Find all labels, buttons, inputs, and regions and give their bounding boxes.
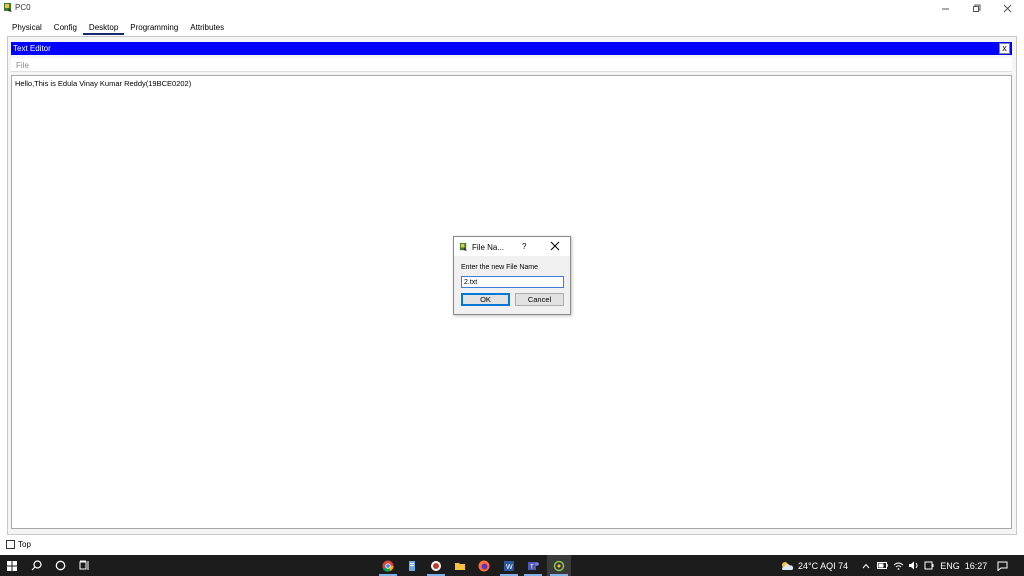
- cancel-button[interactable]: Cancel: [515, 293, 564, 306]
- cortana-button[interactable]: [50, 555, 70, 576]
- show-hidden-icons-button[interactable]: [859, 555, 873, 576]
- taskbar-teams[interactable]: T: [521, 555, 545, 576]
- task-view-button[interactable]: [74, 555, 94, 576]
- device-icon: [924, 561, 933, 570]
- tab-physical[interactable]: Physical: [6, 21, 48, 35]
- text-editor-close-button[interactable]: x: [999, 43, 1010, 54]
- tab-attributes[interactable]: Attributes: [184, 21, 230, 35]
- windows-start-icon: [7, 560, 17, 571]
- files-icon: [409, 560, 415, 571]
- minimize-icon: [941, 8, 949, 9]
- svg-text:T: T: [530, 564, 534, 570]
- file-name-input[interactable]: [461, 276, 564, 288]
- bottom-bar: Top: [0, 537, 1024, 555]
- windows-taskbar: W T 24°C AQI 74 ENG 16:27: [0, 555, 1024, 576]
- close-icon: x: [1002, 43, 1007, 53]
- folder-icon: [455, 562, 465, 570]
- word-icon: W: [504, 560, 514, 571]
- battery-icon: [876, 562, 888, 569]
- window-close-button[interactable]: [992, 0, 1022, 16]
- input-language[interactable]: ENG: [938, 555, 962, 576]
- search-icon: [31, 560, 42, 571]
- speaker-icon: [908, 561, 917, 570]
- packet-tracer-app-icon: [4, 3, 12, 12]
- taskbar-files[interactable]: [400, 555, 424, 576]
- file-name-dialog: File Na... ? Enter the new File Name OK …: [453, 236, 571, 315]
- taskbar-chrome[interactable]: [376, 555, 400, 576]
- text-editor-title: Text Editor: [13, 44, 51, 53]
- packet-tracer-app-icon: [459, 242, 468, 252]
- minimize-button[interactable]: [930, 0, 960, 16]
- device-tabs: Physical Config Desktop Programming Attr…: [6, 21, 230, 35]
- close-icon[interactable]: [550, 241, 560, 251]
- taskbar-recorder[interactable]: [424, 555, 448, 576]
- weather-text[interactable]: 24°C AQI 74: [798, 555, 858, 576]
- clock-time: 16:27: [964, 560, 988, 571]
- window-title: PC0: [15, 3, 31, 12]
- weather-cloud-icon: [782, 561, 794, 570]
- task-view-icon: [79, 560, 88, 570]
- dialog-prompt: Enter the new File Name: [461, 264, 539, 271]
- top-checkbox-label: Top: [18, 540, 31, 549]
- search-button[interactable]: [26, 555, 46, 576]
- packet-tracer-icon: [553, 560, 565, 571]
- wifi-icon: [893, 562, 903, 570]
- taskbar-word[interactable]: W: [497, 555, 521, 576]
- taskbar-file-explorer[interactable]: [448, 555, 472, 576]
- text-editor-header: Text Editor x: [11, 42, 1012, 55]
- firefox-icon: [478, 560, 490, 571]
- chrome-icon: [382, 560, 394, 572]
- cortana-icon: [55, 560, 65, 571]
- restore-icon: [972, 4, 980, 12]
- window-titlebar: PC0: [0, 0, 1024, 16]
- weather-widget[interactable]: [778, 555, 796, 576]
- teams-icon: T: [528, 561, 539, 570]
- volume-control[interactable]: [906, 555, 920, 576]
- record-icon: [431, 560, 441, 571]
- help-button[interactable]: ?: [522, 242, 526, 251]
- taskbar-firefox[interactable]: [472, 555, 496, 576]
- taskbar-packet-tracer[interactable]: [547, 555, 571, 576]
- clock[interactable]: 16:27: [963, 555, 989, 576]
- tab-desktop[interactable]: Desktop: [82, 21, 125, 35]
- weather-readout: 24°C AQI 74: [798, 560, 849, 571]
- language-label: ENG: [940, 560, 960, 571]
- dialog-title: File Na...: [472, 243, 505, 252]
- close-icon: [1003, 4, 1011, 12]
- editor-text-content: Hello,This is Edula Vinay Kumar Reddy(19…: [15, 79, 192, 88]
- notifications-button[interactable]: [992, 555, 1012, 576]
- network-status[interactable]: [891, 555, 905, 576]
- device-status[interactable]: [922, 555, 936, 576]
- tab-programming[interactable]: Programming: [124, 21, 184, 35]
- start-button[interactable]: [2, 555, 22, 576]
- ok-button[interactable]: OK: [461, 293, 510, 306]
- tab-config[interactable]: Config: [48, 21, 83, 35]
- menu-file[interactable]: File: [16, 61, 29, 70]
- chevron-up-icon: [862, 563, 870, 568]
- svg-text:W: W: [506, 564, 513, 571]
- notification-icon: [997, 561, 1007, 571]
- editor-menubar: File: [11, 58, 1012, 72]
- battery-status[interactable]: [875, 555, 889, 576]
- dialog-titlebar: File Na... ?: [454, 237, 570, 256]
- restore-button[interactable]: [961, 0, 991, 16]
- top-checkbox[interactable]: [6, 540, 15, 549]
